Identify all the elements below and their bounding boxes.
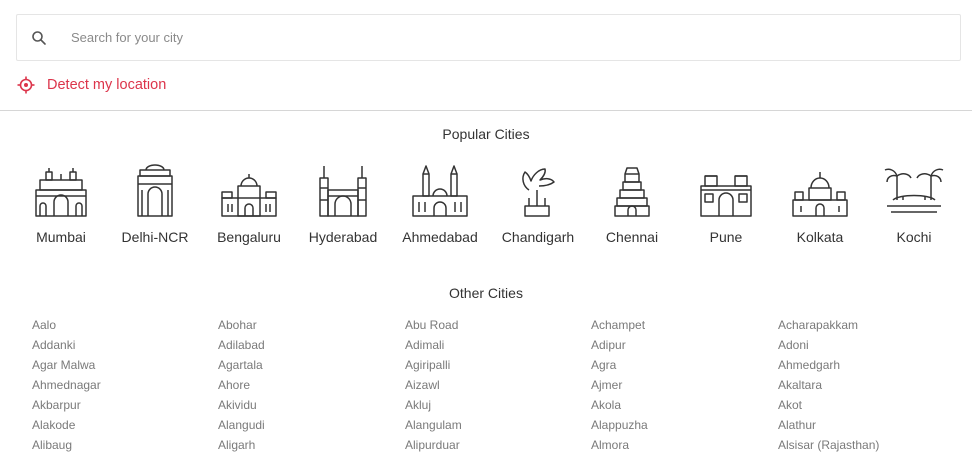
other-city-link[interactable]: Akividu [218,395,398,415]
other-city-link[interactable]: Aligarh [218,435,398,455]
open-hand-monument-icon [522,168,555,217]
city-chennai[interactable]: Chennai [587,160,677,250]
other-city-link[interactable]: Alibaug [32,435,212,455]
city-ahmedabad[interactable]: Ahmedabad [395,160,485,250]
other-city-link[interactable]: Alipurduar [405,435,585,455]
search-input[interactable] [71,15,951,60]
other-cities-column: Abu Road Adimali Agiripalli Aizawl Akluj… [405,315,585,455]
charminar-icon [319,166,367,217]
india-gate-icon [137,164,173,217]
other-city-link[interactable]: Adipur [591,335,771,355]
other-city-link[interactable]: Akaltara [778,375,958,395]
other-city-link[interactable]: Abu Road [405,315,585,335]
gateway-of-india-icon [35,168,87,217]
other-city-link[interactable]: Ajmer [591,375,771,395]
city-name: Kochi [896,229,932,245]
city-name: Bengaluru [217,229,281,245]
other-city-link[interactable]: Achampet [591,315,771,335]
detect-location-label: Detect my location [47,77,167,93]
vidhana-soudha-icon [221,174,277,217]
other-city-link[interactable]: Ahmednagar [32,375,212,395]
shaniwar-wada-icon [700,175,752,217]
other-city-link[interactable]: Addanki [32,335,212,355]
other-city-link[interactable]: Ahore [218,375,398,395]
city-name: Pune [709,229,743,245]
city-name: Kolkata [796,229,844,245]
detect-location-button[interactable]: Detect my location [16,74,166,96]
city-pune[interactable]: Pune [681,160,771,250]
city-kolkata[interactable]: Kolkata [775,160,865,250]
popular-cities-heading: Popular Cities [442,126,530,142]
other-city-link[interactable]: Agartala [218,355,398,375]
other-cities-heading: Other Cities [449,285,523,301]
city-delhi-ncr[interactable]: Delhi-NCR [110,160,200,250]
victoria-memorial-icon [792,172,848,217]
other-city-link[interactable]: Alsisar (Rajasthan) [778,435,958,455]
city-mumbai[interactable]: Mumbai [16,160,106,250]
other-city-link[interactable]: Alappuzha [591,415,771,435]
city-name: Chennai [605,229,659,245]
other-city-link[interactable]: Adimali [405,335,585,355]
other-city-link[interactable]: Akot [778,395,958,415]
city-name: Ahmedabad [402,229,478,245]
other-city-link[interactable]: Aalo [32,315,212,335]
city-bengaluru[interactable]: Bengaluru [204,160,294,250]
other-cities-column: Abohar Adilabad Agartala Ahore Akividu A… [218,315,398,455]
popular-cities-row: Mumbai Delhi-NCR Bengaluru Hyderabad Ahm… [0,160,972,250]
other-city-link[interactable]: Acharapakkam [778,315,958,335]
other-city-link[interactable]: Aizawl [405,375,585,395]
temple-gopuram-icon [614,167,650,217]
other-city-link[interactable]: Abohar [218,315,398,335]
city-hyderabad[interactable]: Hyderabad [298,160,388,250]
other-city-link[interactable]: Almora [591,435,771,455]
city-kochi[interactable]: Kochi [869,160,959,250]
city-name: Chandigarh [501,229,575,245]
divider [0,110,972,111]
city-name: Hyderabad [308,229,378,245]
other-city-link[interactable]: Alakode [32,415,212,435]
ahmedabad-mosque-icon [412,165,468,217]
other-city-link[interactable]: Akbarpur [32,395,212,415]
other-city-link[interactable]: Alangudi [218,415,398,435]
other-city-link[interactable]: Agiripalli [405,355,585,375]
other-city-link[interactable]: Alangulam [405,415,585,435]
other-cities-column: Achampet Adipur Agra Ajmer Akola Alappuz… [591,315,771,455]
search-icon [32,31,46,45]
other-city-link[interactable]: Adoni [778,335,958,355]
other-city-link[interactable]: Akluj [405,395,585,415]
location-crosshair-icon [17,76,35,94]
city-name: Delhi-NCR [121,229,189,245]
city-name: Mumbai [36,229,86,245]
other-cities-column: Acharapakkam Adoni Ahmedgarh Akaltara Ak… [778,315,958,455]
other-city-link[interactable]: Ahmedgarh [778,355,958,375]
other-cities-column: Aalo Addanki Agar Malwa Ahmednagar Akbar… [32,315,212,455]
search-box[interactable] [16,14,961,61]
other-city-link[interactable]: Akola [591,395,771,415]
other-city-link[interactable]: Alathur [778,415,958,435]
city-chandigarh[interactable]: Chandigarh [493,160,583,250]
other-city-link[interactable]: Agar Malwa [32,355,212,375]
other-city-link[interactable]: Adilabad [218,335,398,355]
other-city-link[interactable]: Agra [591,355,771,375]
kochi-backwaters-icon [884,168,944,213]
